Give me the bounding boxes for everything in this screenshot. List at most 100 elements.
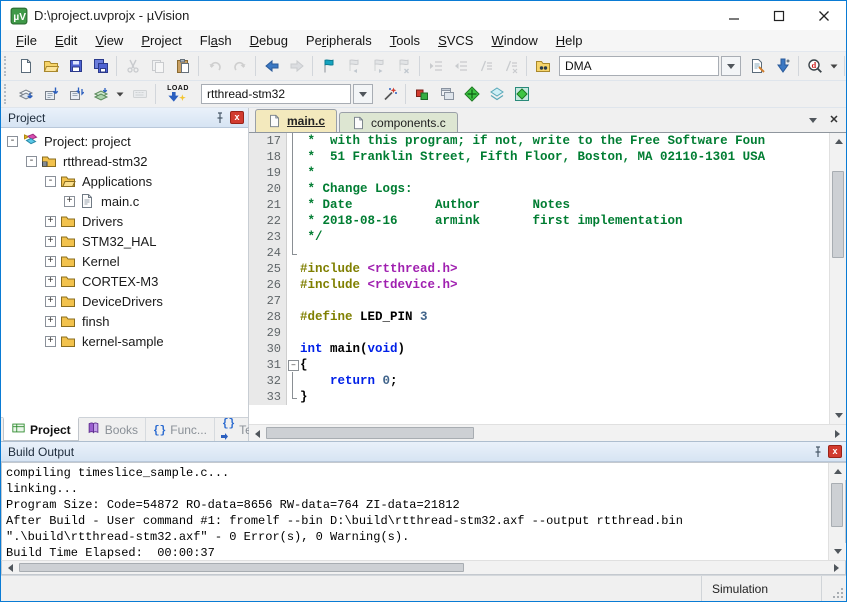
nav-forward-icon[interactable]: [284, 55, 309, 78]
code-line[interactable]: 18 * 51 Franklin Street, Fifth Floor, Bo…: [249, 149, 829, 165]
code-line[interactable]: 25#include <rtthread.h>: [249, 261, 829, 277]
scroll-up-arrow[interactable]: [830, 133, 847, 150]
build-vertical-scrollbar[interactable]: [828, 463, 845, 560]
next-bookmark-icon[interactable]: [366, 55, 391, 78]
tree-item-applications[interactable]: -Applications: [1, 171, 248, 191]
search-input[interactable]: [559, 56, 719, 76]
nav-back-icon[interactable]: [259, 55, 284, 78]
code-line[interactable]: 30int main(void): [249, 341, 829, 357]
find-next-icon[interactable]: [770, 55, 795, 78]
fold-margin[interactable]: [287, 357, 300, 373]
resize-grip[interactable]: [822, 576, 846, 601]
search-dropdown-button[interactable]: [721, 56, 741, 76]
debug-session-icon[interactable]: [409, 83, 434, 106]
translate-icon[interactable]: [13, 83, 38, 106]
pack-installer-icon[interactable]: [484, 83, 509, 106]
minimize-button[interactable]: [711, 1, 756, 30]
prev-bookmark-icon[interactable]: [341, 55, 366, 78]
expand-toggle[interactable]: +: [45, 276, 56, 287]
tab-main-c[interactable]: main.c: [255, 109, 337, 132]
expand-toggle[interactable]: +: [45, 236, 56, 247]
project-panel-close-button[interactable]: x: [230, 111, 244, 124]
menu-item-edit[interactable]: Edit: [46, 31, 86, 50]
target-dropdown-button[interactable]: [353, 84, 373, 104]
build-horizontal-scrollbar[interactable]: [1, 560, 846, 575]
redo-icon[interactable]: [227, 55, 252, 78]
build-output-close-button[interactable]: x: [828, 445, 842, 458]
menu-item-project[interactable]: Project: [132, 31, 190, 50]
tree-item-rtthread-stm32[interactable]: -rtthread-stm32: [1, 151, 248, 171]
code-editor[interactable]: 17 * with this program; if not, write to…: [249, 133, 829, 424]
build-icon[interactable]: [38, 83, 63, 106]
load-icon[interactable]: LOAD: [159, 83, 197, 106]
tree-item-drivers[interactable]: +Drivers: [1, 211, 248, 231]
scroll-down-arrow[interactable]: [830, 407, 847, 424]
target-select-input[interactable]: [201, 84, 351, 104]
caret-icon[interactable]: [113, 83, 127, 106]
code-line[interactable]: 23 */: [249, 229, 829, 245]
sidebar-tab-func[interactable]: {}Func...: [146, 418, 215, 441]
code-line[interactable]: 28#define LED_PIN 3: [249, 309, 829, 325]
code-line[interactable]: 31{: [249, 357, 829, 373]
window-cascade-icon[interactable]: [434, 83, 459, 106]
cut-icon[interactable]: [120, 55, 145, 78]
code-line[interactable]: 24: [249, 245, 829, 261]
scroll-right-arrow[interactable]: [829, 425, 846, 442]
caret-icon[interactable]: [827, 55, 841, 78]
tree-item-kernel[interactable]: +Kernel: [1, 251, 248, 271]
scroll-thumb[interactable]: [19, 563, 464, 572]
code-line[interactable]: 33}: [249, 389, 829, 405]
code-line[interactable]: 32 return 0;: [249, 373, 829, 389]
save-all-icon[interactable]: [88, 55, 113, 78]
file-search-icon[interactable]: [745, 55, 770, 78]
close-tab-button[interactable]: ✕: [825, 111, 843, 129]
menu-item-flash[interactable]: Flash: [191, 31, 241, 50]
menu-item-file[interactable]: File: [7, 31, 46, 50]
scroll-left-arrow[interactable]: [2, 561, 19, 574]
editor-vertical-scrollbar[interactable]: [829, 133, 846, 424]
open-file-icon[interactable]: [38, 55, 63, 78]
menu-item-help[interactable]: Help: [547, 31, 592, 50]
pin-icon[interactable]: [811, 445, 825, 459]
code-line[interactable]: 29: [249, 325, 829, 341]
toolbar-grip[interactable]: [4, 56, 9, 76]
code-line[interactable]: 20 * Change Logs:: [249, 181, 829, 197]
code-line[interactable]: 26#include <rtdevice.h>: [249, 277, 829, 293]
toolbar-grip[interactable]: [4, 84, 9, 104]
stop-build-icon[interactable]: [127, 83, 152, 106]
scroll-thumb[interactable]: [831, 483, 843, 527]
batch-build-icon[interactable]: [88, 83, 113, 106]
expand-toggle[interactable]: +: [45, 216, 56, 227]
symbol-search-icon[interactable]: d: [802, 55, 827, 78]
code-line[interactable]: 19 *: [249, 165, 829, 181]
tree-item-stm32-hal[interactable]: +STM32_HAL: [1, 231, 248, 251]
copy-icon[interactable]: [145, 55, 170, 78]
toggle-bookmark-icon[interactable]: [316, 55, 341, 78]
uncomment-icon[interactable]: [498, 55, 523, 78]
software-packs-icon[interactable]: [509, 83, 534, 106]
tree-item-kernel-sample[interactable]: +kernel-sample: [1, 331, 248, 351]
collapse-toggle[interactable]: -: [26, 156, 37, 167]
tree-item-finsh[interactable]: +finsh: [1, 311, 248, 331]
expand-toggle[interactable]: +: [45, 316, 56, 327]
tree-item-main-c[interactable]: +main.c: [1, 191, 248, 211]
tree-item-cortex-m3[interactable]: +CORTEX-M3: [1, 271, 248, 291]
code-line[interactable]: 17 * with this program; if not, write to…: [249, 133, 829, 149]
expand-toggle[interactable]: +: [45, 336, 56, 347]
expand-toggle[interactable]: +: [45, 256, 56, 267]
scroll-thumb[interactable]: [266, 427, 474, 439]
menu-item-debug[interactable]: Debug: [241, 31, 297, 50]
tab-list-dropdown-button[interactable]: [804, 111, 822, 129]
manage-rte-icon[interactable]: [459, 83, 484, 106]
clear-bookmarks-icon[interactable]: [391, 55, 416, 78]
pin-icon[interactable]: [213, 111, 227, 125]
maximize-button[interactable]: [756, 1, 801, 30]
expand-toggle[interactable]: +: [64, 196, 75, 207]
collapse-toggle[interactable]: -: [45, 176, 56, 187]
collapse-toggle[interactable]: -: [7, 136, 18, 147]
code-line[interactable]: 27: [249, 293, 829, 309]
paste-icon[interactable]: [170, 55, 195, 78]
build-output-text[interactable]: compiling timeslice_sample.c...linking..…: [2, 463, 828, 560]
rebuild-icon[interactable]: [63, 83, 88, 106]
close-button[interactable]: [801, 1, 846, 30]
